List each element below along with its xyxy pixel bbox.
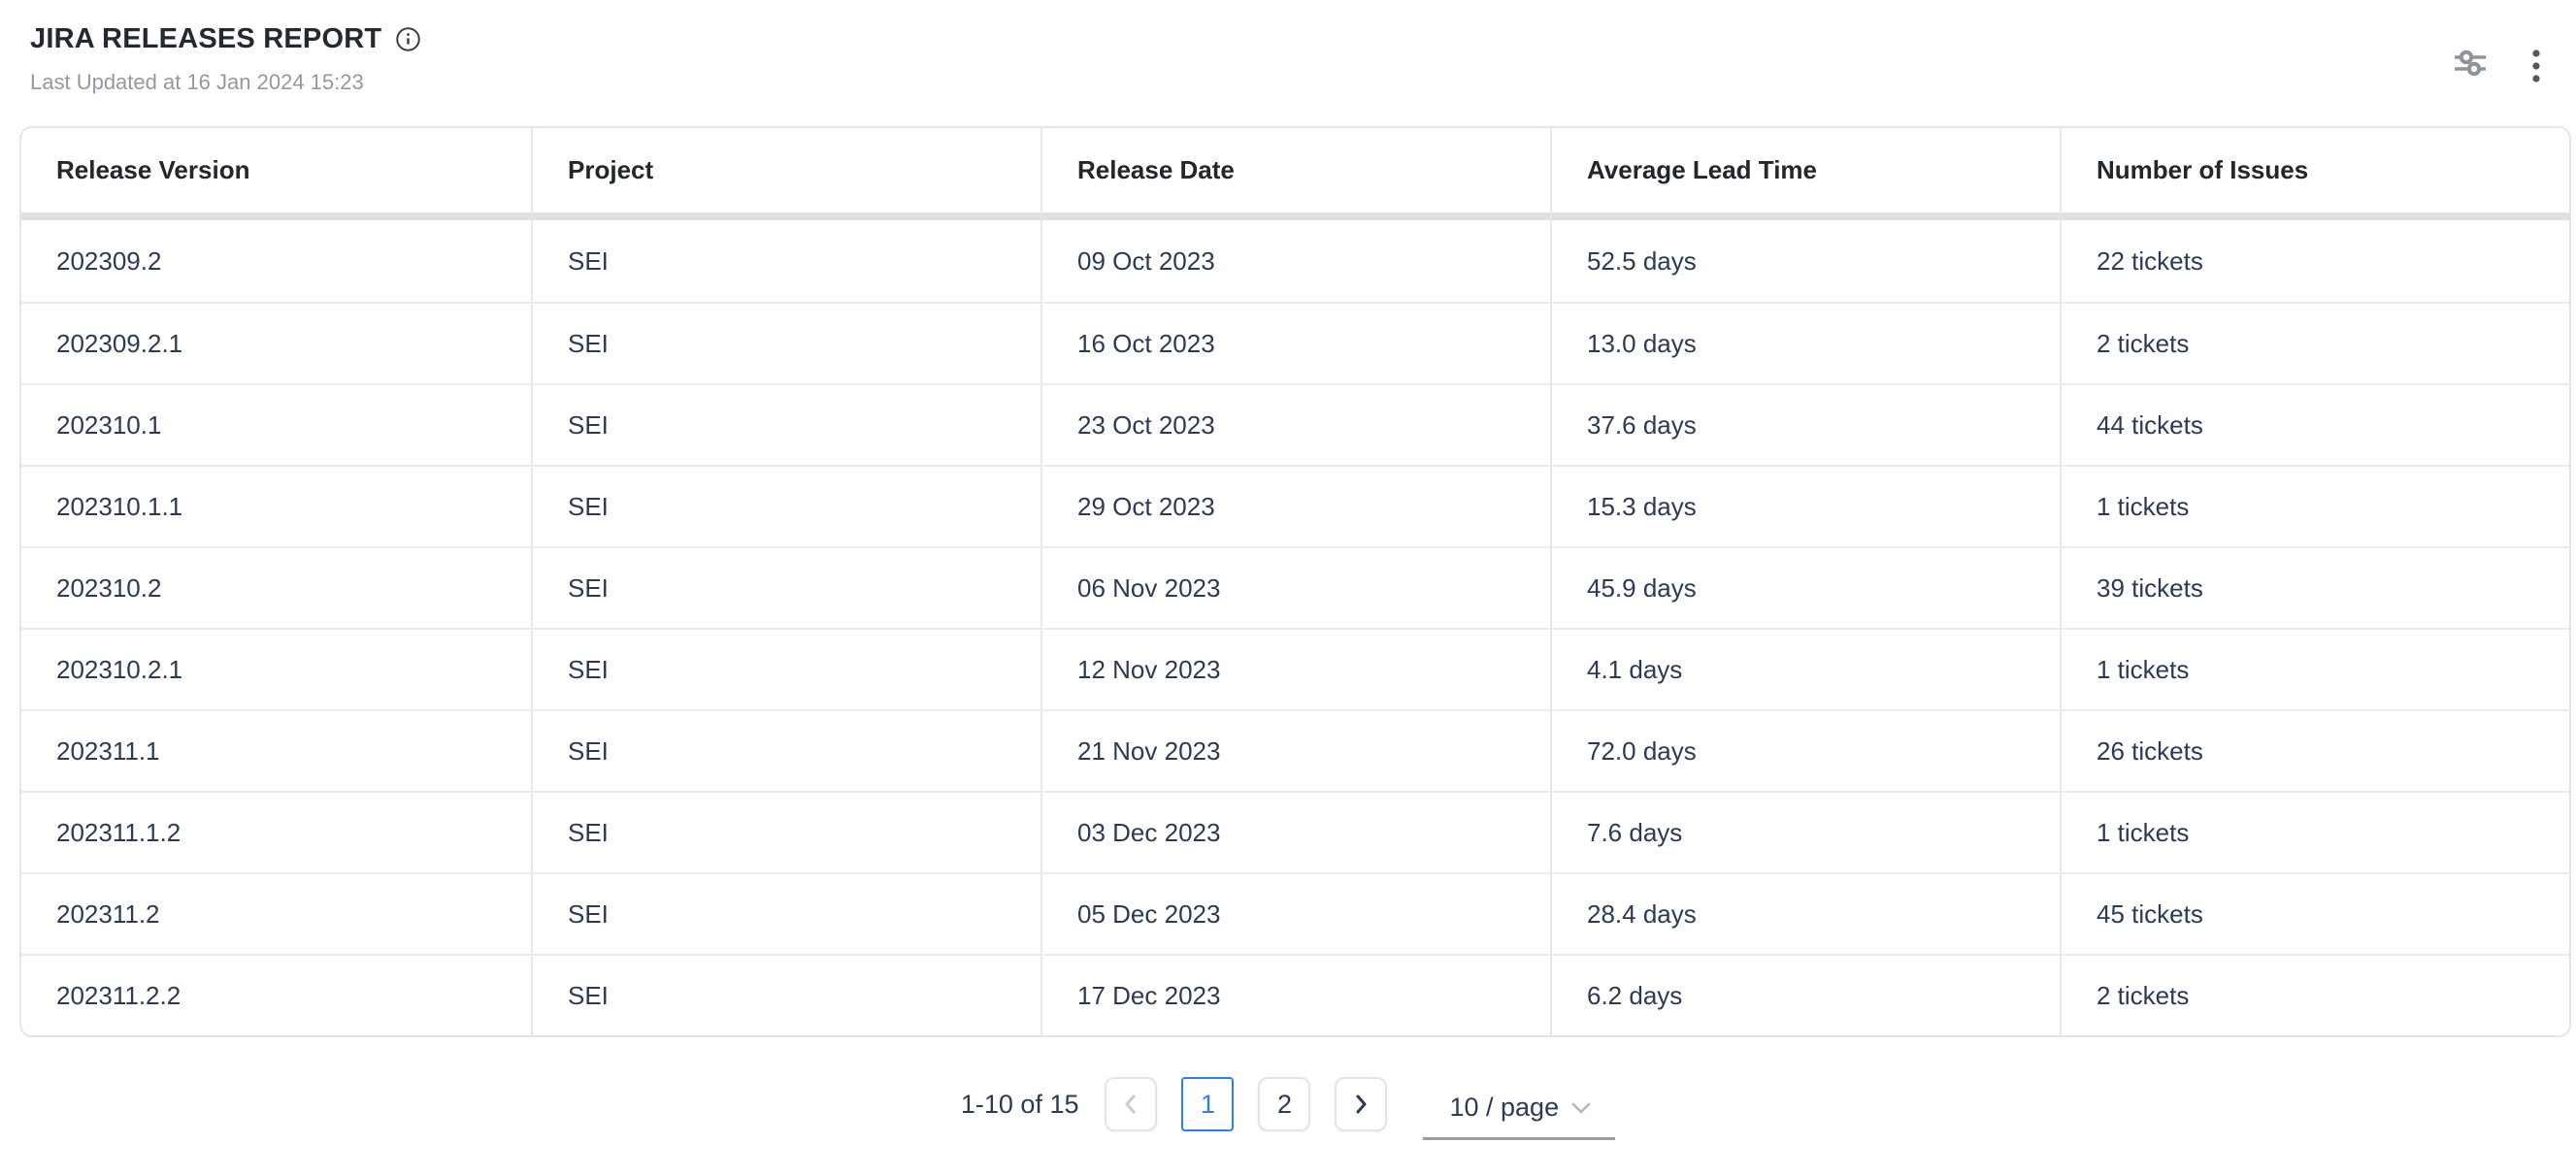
table-cell: SEI [531, 546, 1040, 628]
table-row: 202309.2.1SEI16 Oct 202313.0 days2 ticke… [21, 302, 2569, 383]
table-cell: 06 Nov 2023 [1040, 546, 1550, 628]
table-cell: 1 tickets [2060, 465, 2569, 546]
table-cell: 202310.1.1 [21, 465, 531, 546]
table-cell: 23 Oct 2023 [1040, 383, 1550, 465]
table-row: 202311.1SEI21 Nov 202372.0 days26 ticket… [21, 709, 2569, 791]
table-cell: 6.2 days [1550, 954, 2060, 1035]
table-cell: 44 tickets [2060, 383, 2569, 465]
table-cell: 1 tickets [2060, 791, 2569, 872]
table-cell: 39 tickets [2060, 546, 2569, 628]
column-header: Average Lead Time [1550, 128, 2060, 220]
table-cell: 37.6 days [1550, 383, 2060, 465]
table-cell: 2 tickets [2060, 954, 2569, 1035]
table-row: 202310.2SEI06 Nov 202345.9 days39 ticket… [21, 546, 2569, 628]
prev-page-button[interactable] [1105, 1077, 1157, 1131]
table-cell: 2 tickets [2060, 302, 2569, 383]
chevron-down-icon [1570, 1101, 1592, 1115]
table-cell: 21 Nov 2023 [1040, 709, 1550, 791]
widget-actions [2450, 23, 2545, 95]
releases-table: Release VersionProjectRelease DateAverag… [19, 126, 2571, 1037]
column-header: Number of Issues [2060, 128, 2569, 220]
table-row: 202310.1SEI23 Oct 202337.6 days44 ticket… [21, 383, 2569, 465]
table-cell: 202311.1.2 [21, 791, 531, 872]
table-cell: 202310.1 [21, 383, 531, 465]
page-size-label: 10 / page [1449, 1093, 1559, 1123]
page-size-select[interactable]: 10 / page [1423, 1078, 1615, 1140]
table-header-row: Release VersionProjectRelease DateAverag… [21, 128, 2569, 220]
table-cell: SEI [531, 954, 1040, 1035]
page-button-2[interactable]: 2 [1258, 1077, 1310, 1131]
table-row: 202311.1.2SEI03 Dec 20237.6 days1 ticket… [21, 791, 2569, 872]
table-cell: SEI [531, 709, 1040, 791]
next-page-button[interactable] [1335, 1077, 1387, 1131]
table-cell: 202310.2.1 [21, 628, 531, 709]
table-cell: 09 Oct 2023 [1040, 220, 1550, 302]
table-cell: 12 Nov 2023 [1040, 628, 1550, 709]
chevron-left-icon [1121, 1094, 1140, 1115]
table-cell: 17 Dec 2023 [1040, 954, 1550, 1035]
table-cell: SEI [531, 383, 1040, 465]
table-cell: 52.5 days [1550, 220, 2060, 302]
title-block: JIRA RELEASES REPORT Last Updated at 16 … [30, 23, 421, 95]
table-cell: SEI [531, 628, 1040, 709]
pagination-range-label: 1-10 of 15 [961, 1090, 1079, 1120]
last-updated-label: Last Updated at 16 Jan 2024 15:23 [30, 70, 421, 95]
table-cell: SEI [531, 465, 1040, 546]
table-row: 202310.2.1SEI12 Nov 20234.1 days1 ticket… [21, 628, 2569, 709]
info-icon[interactable] [394, 26, 421, 53]
page-title: JIRA RELEASES REPORT [30, 23, 381, 55]
table-cell: 45.9 days [1550, 546, 2060, 628]
table-cell: 202311.1 [21, 709, 531, 791]
table-row: 202311.2.2SEI17 Dec 20236.2 days2 ticket… [21, 954, 2569, 1035]
table-cell: 29 Oct 2023 [1040, 465, 1550, 546]
table-cell: 4.1 days [1550, 628, 2060, 709]
table-cell: SEI [531, 872, 1040, 954]
page-button-1[interactable]: 1 [1181, 1077, 1234, 1131]
table-cell: 13.0 days [1550, 302, 2060, 383]
jira-releases-report-widget: JIRA RELEASES REPORT Last Updated at 16 … [0, 0, 2576, 1140]
table-cell: 202309.2 [21, 220, 531, 302]
column-header: Release Version [21, 128, 531, 220]
column-header: Release Date [1040, 128, 1550, 220]
table-row: 202311.2SEI05 Dec 202328.4 days45 ticket… [21, 872, 2569, 954]
table-cell: 202311.2.2 [21, 954, 531, 1035]
column-header: Project [531, 128, 1040, 220]
widget-header: JIRA RELEASES REPORT Last Updated at 16 … [0, 0, 2576, 95]
table-cell: 72.0 days [1550, 709, 2060, 791]
table-cell: 202310.2 [21, 546, 531, 628]
table-cell: 1 tickets [2060, 628, 2569, 709]
sliders-filter-icon[interactable] [2450, 45, 2491, 82]
table-cell: 22 tickets [2060, 220, 2569, 302]
table-cell: 03 Dec 2023 [1040, 791, 1550, 872]
table-cell: 45 tickets [2060, 872, 2569, 954]
table-cell: 15.3 days [1550, 465, 2060, 546]
table-row: 202310.1.1SEI29 Oct 202315.3 days1 ticke… [21, 465, 2569, 546]
table-cell: 26 tickets [2060, 709, 2569, 791]
table-cell: 28.4 days [1550, 872, 2060, 954]
table-cell: SEI [531, 220, 1040, 302]
table-cell: SEI [531, 302, 1040, 383]
pagination-bar: 1-10 of 15 1 2 10 / page [0, 1068, 2576, 1140]
table-row: 202309.2SEI09 Oct 202352.5 days22 ticket… [21, 220, 2569, 302]
table-cell: 7.6 days [1550, 791, 2060, 872]
table-cell: SEI [531, 791, 1040, 872]
table-cell: 202311.2 [21, 872, 531, 954]
table-cell: 202309.2.1 [21, 302, 531, 383]
table-cell: 05 Dec 2023 [1040, 872, 1550, 954]
chevron-right-icon [1351, 1094, 1371, 1115]
kebab-menu-icon[interactable] [2527, 45, 2545, 87]
table-cell: 16 Oct 2023 [1040, 302, 1550, 383]
